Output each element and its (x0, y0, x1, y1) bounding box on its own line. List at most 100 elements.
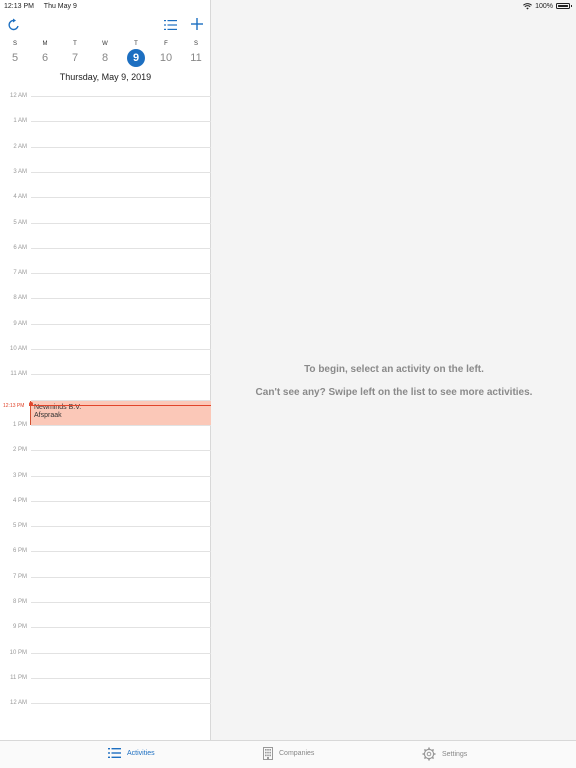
hour-label: 4 PM (12, 497, 27, 504)
hour-row: 9 PM (0, 624, 211, 631)
hour-divider (31, 551, 211, 553)
hour-row: 8 AM (0, 295, 211, 302)
status-time: 12:13 PM (4, 2, 34, 10)
day-tue[interactable]: T7 (64, 40, 86, 67)
hour-label: 5 PM (12, 523, 27, 530)
hour-row: 3 AM (0, 168, 211, 175)
hour-label: 1 AM (13, 118, 27, 125)
hour-row: 2 PM (0, 447, 211, 454)
empty-state: To begin, select an activity on the left… (212, 364, 576, 410)
hour-label: 2 PM (12, 447, 27, 454)
hour-divider (31, 298, 211, 300)
hour-divider (31, 500, 211, 502)
hour-row: 8 PM (0, 599, 211, 605)
hour-row: 1 PM (0, 421, 211, 428)
hour-row: 6 AM (0, 244, 211, 251)
tab-companies[interactable]: Companies (263, 747, 314, 760)
hour-divider (31, 197, 211, 199)
day-mon[interactable]: M6 (34, 40, 56, 67)
day-sun[interactable]: S5 (4, 40, 26, 67)
hour-row: 1 AM (0, 118, 211, 125)
day-wed[interactable]: W8 (94, 40, 116, 67)
hour-label: 7 AM (13, 270, 27, 277)
tab-settings[interactable]: Settings (422, 747, 467, 761)
hour-label: 7 PM (12, 573, 27, 580)
hour-label: 8 PM (12, 599, 27, 605)
hour-divider (31, 703, 211, 705)
hour-row: 7 AM (0, 270, 211, 277)
hour-divider (31, 677, 211, 679)
hour-label: 11 PM (10, 674, 27, 681)
event-type: Afspraak (34, 412, 62, 419)
hour-divider (31, 602, 211, 603)
tab-activities-label: Activities (127, 749, 155, 757)
hour-label: 12 AM (9, 700, 27, 707)
hour-divider (31, 323, 211, 325)
hour-row: 10 PM (0, 649, 211, 656)
tab-bar: Activities Companies Settings (0, 740, 576, 768)
status-bar: 12:13 PM Thu May 9 100% (0, 0, 576, 12)
hour-row: 7 PM (0, 573, 211, 580)
hour-label: 3 AM (13, 168, 27, 175)
hour-row: 10 AM (0, 346, 211, 352)
day-thu-selected[interactable]: T9 (125, 40, 147, 67)
selected-date-title: Thursday, May 9, 2019 (59, 72, 152, 82)
current-time-label: 12:13 PM (3, 403, 25, 409)
hour-divider (31, 171, 211, 173)
list-view-icon[interactable] (164, 19, 177, 31)
hour-row: 11 AM (0, 371, 211, 378)
hour-divider (31, 247, 211, 249)
hour-label: 10 PM (9, 649, 27, 656)
hour-divider (31, 273, 211, 275)
hour-row: 11 PM (0, 674, 211, 681)
add-activity-icon[interactable] (190, 17, 204, 31)
hour-label: 5 AM (13, 219, 27, 226)
hour-label: 9 AM (13, 320, 27, 327)
hour-divider (31, 450, 211, 452)
hour-row: 5 AM (0, 219, 211, 226)
hour-row: 12 AM (0, 700, 211, 707)
wifi-icon (523, 2, 533, 9)
week-strip: S5 M6 T7 W8 T9 F 10 S 11 (0, 40, 211, 70)
hour-row: 3 PM (0, 473, 211, 479)
hour-label: 4 AM (13, 194, 27, 201)
battery-icon (556, 3, 572, 9)
hour-label: 2 AM (13, 143, 27, 150)
hour-divider (31, 526, 211, 528)
status-date: Thu May 9 (43, 2, 77, 10)
hour-row: 4 AM (0, 194, 211, 201)
hour-label: 12 AM (9, 93, 27, 99)
gear-icon (422, 747, 436, 761)
hour-divider (31, 374, 211, 376)
tab-activities[interactable]: Activities (108, 747, 155, 759)
hour-label: 6 AM (13, 244, 27, 251)
hour-divider (31, 121, 211, 123)
hour-row: 4 PM (0, 497, 211, 504)
empty-state-line2: Can't see any? Swipe left on the list to… (255, 387, 533, 398)
hour-divider (31, 349, 211, 350)
battery-percent: 100% (535, 2, 553, 10)
hour-divider (31, 627, 211, 629)
hour-divider (31, 424, 211, 426)
hour-row: 12 AM (0, 93, 211, 99)
tab-settings-label: Settings (442, 750, 468, 758)
hour-label: 6 PM (12, 548, 27, 555)
hour-label: 9 PM (12, 624, 27, 631)
day-fri[interactable]: F 10 (155, 40, 177, 67)
empty-state-line1: To begin, select an activity on the left… (304, 364, 484, 375)
hour-divider (31, 576, 211, 578)
hour-row: 9 AM (0, 320, 211, 327)
hour-label: 10 AM (9, 346, 27, 352)
hour-divider (31, 222, 211, 224)
hour-label: 8 AM (13, 295, 27, 302)
refresh-icon[interactable] (7, 18, 21, 32)
hour-label: 1 PM (12, 421, 27, 428)
hour-row: 2 AM (0, 143, 211, 150)
building-icon (263, 747, 273, 760)
activities-pane: S5 M6 T7 W8 T9 F 10 S 11 Thursday, May 9, … (0, 0, 211, 740)
hour-row: 5 PM (0, 523, 211, 530)
hour-label: 11 AM (10, 371, 27, 378)
day-sat[interactable]: S 11 (185, 40, 207, 67)
current-time-dot (29, 402, 33, 406)
current-time-line (29, 405, 211, 406)
